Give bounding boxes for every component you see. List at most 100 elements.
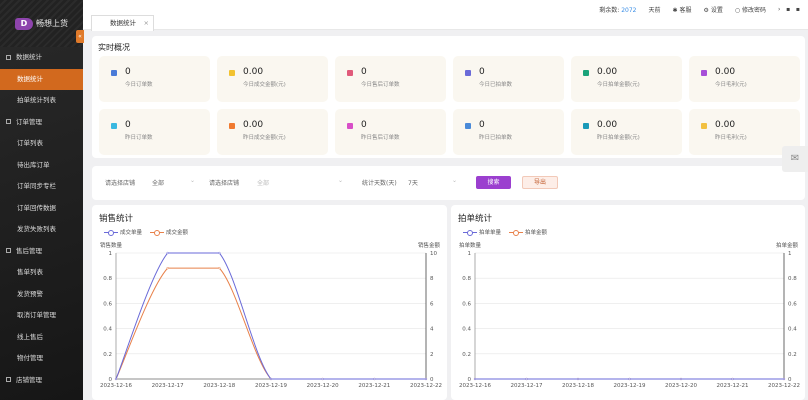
sidebar-item[interactable]: 订单回传数据	[0, 198, 83, 220]
y-right-tick-label: 1	[788, 251, 792, 257]
remaining-unit: 天前	[648, 7, 661, 14]
stat-value: 0	[361, 120, 367, 130]
sidebar-item-label: 店铺管理	[16, 375, 42, 384]
data-point[interactable]	[525, 377, 528, 381]
stat-icon	[701, 70, 707, 76]
sidebar-item-label: 订单回传数据	[17, 203, 56, 212]
series-line	[115, 252, 426, 380]
stat-value: 0.00	[597, 120, 618, 130]
data-point[interactable]	[321, 377, 324, 381]
stat-value: 0.00	[243, 120, 264, 130]
data-point[interactable]	[473, 377, 477, 381]
chevron-down-icon[interactable]: ⌄	[452, 177, 457, 184]
sidebar-item-label: 数据统计	[16, 53, 42, 61]
y-right-tick-label: 0.8	[788, 276, 797, 282]
export-button[interactable]: 导出	[522, 176, 558, 189]
x-tick-label: 2023-12-16	[459, 383, 491, 389]
user-menu-icon[interactable]: › ▪ ▪	[778, 6, 800, 13]
stat-card: 0 昨日售后订单数	[335, 109, 446, 155]
sidebar-item[interactable]: 订单同步专栏	[0, 176, 83, 198]
stat-value: 0	[125, 120, 131, 130]
stat-label: 今日订单数	[125, 82, 153, 88]
sidebar-item-label: 拍单统计列表	[17, 96, 56, 104]
change-password-button[interactable]: ○ 修改密码	[735, 5, 766, 14]
x-tick-label: 2023-12-17	[511, 383, 543, 389]
gear-icon: ⚙	[703, 7, 709, 14]
shop-select[interactable]: 全部	[152, 178, 164, 187]
stat-label: 今日拍单金额(元)	[597, 82, 640, 88]
y-tick-label: 0.4	[462, 327, 471, 333]
days-select[interactable]: 7天	[408, 178, 418, 187]
tab-data-statistics[interactable]: 数据统计 ×	[91, 15, 154, 31]
stat-card: 0.00 今日成交金额(元)	[217, 56, 328, 102]
data-point[interactable]	[373, 377, 376, 381]
sidebar-item[interactable]: 发货失败列表	[0, 219, 83, 241]
sidebar-item[interactable]: 物付管理	[0, 348, 83, 370]
order-placing-statistics-chart: 拍单统计 拍单单量 拍单金额 拍单数量 拍单金额 0 0 0.2 0.2 0.4 0.4 0.6 0…	[451, 205, 805, 400]
data-point[interactable]	[166, 251, 169, 255]
sidebar-item-label: 售单列表	[17, 268, 43, 276]
stat-card: 0.00 昨日拍单金额(元)	[571, 109, 682, 155]
sidebar-item[interactable]: 数据统计	[0, 68, 83, 90]
stat-value: 0	[479, 120, 485, 130]
sidebar-item-label: 数据统计	[17, 74, 43, 83]
chevron-down-icon[interactable]: ⌄	[338, 177, 343, 184]
sidebar-item[interactable]: 取消订单管理	[0, 305, 83, 327]
y-axis-right-label: 拍单金额	[776, 241, 799, 249]
stat-icon	[701, 123, 707, 129]
sidebar-item[interactable]: 拍单统计列表	[0, 90, 83, 112]
stat-icon	[583, 70, 589, 76]
data-point[interactable]	[166, 266, 169, 270]
y-right-tick-label: 8	[430, 276, 434, 282]
data-point[interactable]	[576, 377, 580, 381]
sidebar-item[interactable]: 发货预警	[0, 284, 83, 306]
sidebar-group[interactable]: 售后管理	[0, 241, 83, 263]
wechat-icon[interactable]: ✉	[782, 146, 808, 172]
sidebar-nav: 数据统计 数据统计 拍单统计列表 订单管理 订单列表 待出库订单 订单同步专栏 订单回传数据发…	[0, 47, 83, 391]
store-select[interactable]: 全部	[257, 178, 269, 187]
chevron-down-icon[interactable]: ⌄	[190, 177, 195, 184]
data-point[interactable]	[782, 377, 786, 381]
stat-label: 昨日毛利(元)	[715, 135, 747, 141]
x-tick-label: 2023-12-20	[665, 383, 697, 389]
sidebar-group[interactable]: 店铺管理	[0, 370, 83, 392]
sidebar-item[interactable]: 线上售后	[0, 327, 83, 349]
stat-icon	[111, 70, 117, 76]
service-icon: ✱	[672, 7, 678, 14]
sidebar-item[interactable]: 售单列表	[0, 262, 83, 284]
y-tick-label: 0.8	[462, 276, 471, 282]
collapse-sidebar-button[interactable]: «	[76, 30, 84, 43]
x-tick-label: 2023-12-18	[562, 383, 594, 389]
y-right-tick-label: 4	[430, 327, 434, 333]
x-tick-label: 2023-12-21	[358, 383, 390, 389]
sidebar-item-label: 取消订单管理	[17, 311, 56, 319]
data-point[interactable]	[679, 377, 683, 381]
y-tick-label: 0.8	[103, 276, 112, 282]
x-tick-label: 2023-12-19	[255, 383, 287, 389]
data-point[interactable]	[114, 377, 118, 381]
data-point[interactable]	[628, 377, 631, 381]
stat-value: 0.00	[243, 67, 264, 77]
sidebar-item[interactable]: 订单列表	[0, 133, 83, 155]
data-point[interactable]	[424, 377, 428, 381]
filter-bar: 请选择店铺 全部 ⌄ 请选择店铺 全部 ⌄ 统计天数(天) 7天 ⌄ 搜索 导出	[92, 166, 805, 200]
sidebar-group[interactable]: 数据统计	[0, 47, 83, 69]
stat-value: 0.00	[597, 67, 618, 77]
data-point[interactable]	[269, 377, 273, 381]
x-tick-label: 2023-12-18	[203, 383, 235, 389]
data-point[interactable]	[731, 377, 734, 381]
data-point[interactable]	[218, 251, 221, 255]
y-right-tick-label: 0.2	[788, 352, 797, 358]
data-point[interactable]	[218, 266, 221, 270]
sidebar-group[interactable]: 订单管理	[0, 112, 83, 134]
stat-icon	[347, 70, 353, 76]
stat-value: 0.00	[715, 67, 736, 77]
close-tab-icon[interactable]: ×	[144, 16, 149, 31]
service-button[interactable]: ✱ 客服	[673, 5, 692, 14]
sidebar-item[interactable]: 待出库订单	[0, 155, 83, 177]
sidebar-item-label: 发货失败列表	[17, 225, 56, 233]
search-button[interactable]: 搜索	[476, 176, 511, 189]
shop-filter-label: 请选择店铺	[105, 180, 136, 187]
stat-card: 0 今日售后订单数	[335, 56, 446, 102]
settings-button[interactable]: ⚙ 设置	[704, 5, 723, 14]
